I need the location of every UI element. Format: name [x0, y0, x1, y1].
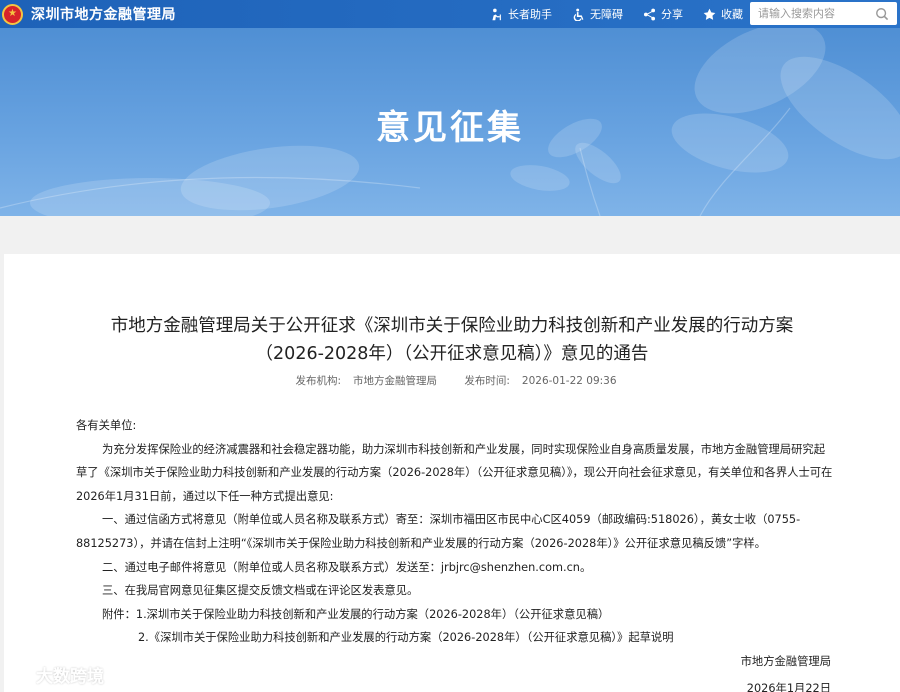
- favorite-label: 收藏: [721, 8, 743, 21]
- favorite-button[interactable]: 收藏: [703, 6, 743, 22]
- accessibility-button[interactable]: 无障碍: [572, 6, 623, 22]
- accessibility-label: 无障碍: [590, 8, 623, 21]
- attachment-link-1[interactable]: 附件：1.深圳市关于保险业助力科技创新和产业发展的行动方案（2026-2028年…: [76, 603, 836, 627]
- elder-assistant-icon: [492, 8, 501, 20]
- national-emblem-icon: ★: [2, 3, 23, 25]
- salutation: 各有关单位:: [76, 419, 137, 432]
- header-tools: 长者助手 无障碍 分享 收藏: [490, 0, 763, 28]
- top-bar: ★ 深圳市地方金融管理局 长者助手 无障碍 分享 收藏: [0, 0, 900, 28]
- favorite-icon: [703, 8, 716, 20]
- elder-assistant-button[interactable]: 长者助手: [490, 6, 552, 22]
- accessibility-icon: [573, 8, 584, 21]
- article-card: 市地方金融管理局关于公开征求《深圳市关于保险业助力科技创新和产业发展的行动方案 …: [4, 254, 900, 692]
- site-brand[interactable]: ★ 深圳市地方金融管理局: [2, 3, 176, 25]
- share-icon: [643, 8, 656, 20]
- search-input[interactable]: [750, 3, 872, 24]
- share-button[interactable]: 分享: [643, 6, 683, 22]
- publish-time-info: 发布时间: 2026-01-22 09:36: [456, 375, 616, 387]
- publisher-value: 市地方金融管理局: [353, 375, 438, 387]
- share-label: 分享: [661, 8, 683, 21]
- watermark-text: 大数跨境: [36, 667, 104, 687]
- paragraph-method-mail: 一、通过信函方式将意见（附单位或人员名称及联系方式）寄至：深圳市福田区市民中心C…: [76, 513, 801, 550]
- watermark-logo-icon: [7, 663, 29, 686]
- article-title-line2: （2026-2028年）（公开征求意见稿）》意见的通告: [255, 344, 649, 364]
- article-body: 各有关单位: 为充分发挥保险业的经济减震器和社会稳定器功能，助力深圳市科技创新和…: [76, 414, 836, 692]
- publish-time-value: 2026-01-22 09:36: [521, 375, 617, 387]
- publisher-info: 发布机构: 市地方金融管理局: [287, 375, 437, 387]
- article-title: 市地方金融管理局关于公开征求《深圳市关于保险业助力科技创新和产业发展的行动方案 …: [4, 312, 900, 368]
- page-gap: [0, 216, 900, 254]
- signature-date: 2026年1月22日: [746, 681, 831, 692]
- paragraph-method-email: 二、通过电子邮件将意见（附单位或人员名称及联系方式）发送至：jrbjrc@she…: [102, 560, 592, 574]
- watermark: 大数跨境: [6, 662, 104, 687]
- site-name: 深圳市地方金融管理局: [31, 7, 176, 23]
- page-banner: 意见征集: [0, 28, 900, 216]
- search-box: [750, 2, 897, 25]
- paragraph-method-website: 三、在我局官网意见征集区提交反馈文档或在评论区发表意见。: [102, 584, 419, 598]
- banner-title: 意见征集: [376, 108, 524, 148]
- signature-org: 市地方金融管理局: [740, 654, 831, 668]
- article-title-line1: 市地方金融管理局关于公开征求《深圳市关于保险业助力科技创新和产业发展的行动方案: [110, 316, 794, 336]
- elder-assistant-label: 长者助手: [508, 8, 552, 21]
- paragraph-intro: 为充分发挥保险业的经济减震器和社会稳定器功能，助力深圳市科技创新和产业发展，同时…: [76, 442, 833, 503]
- article-meta: 发布机构: 市地方金融管理局 发布时间: 2026-01-22 09:36: [4, 373, 900, 388]
- publish-time-label: 发布时间:: [464, 375, 510, 387]
- publisher-label: 发布机构:: [295, 375, 342, 387]
- attachment-link-2[interactable]: 2.《深圳市关于保险业助力科技创新和产业发展的行动方案（2026-2028年）（…: [76, 626, 836, 650]
- search-icon[interactable]: [875, 7, 889, 21]
